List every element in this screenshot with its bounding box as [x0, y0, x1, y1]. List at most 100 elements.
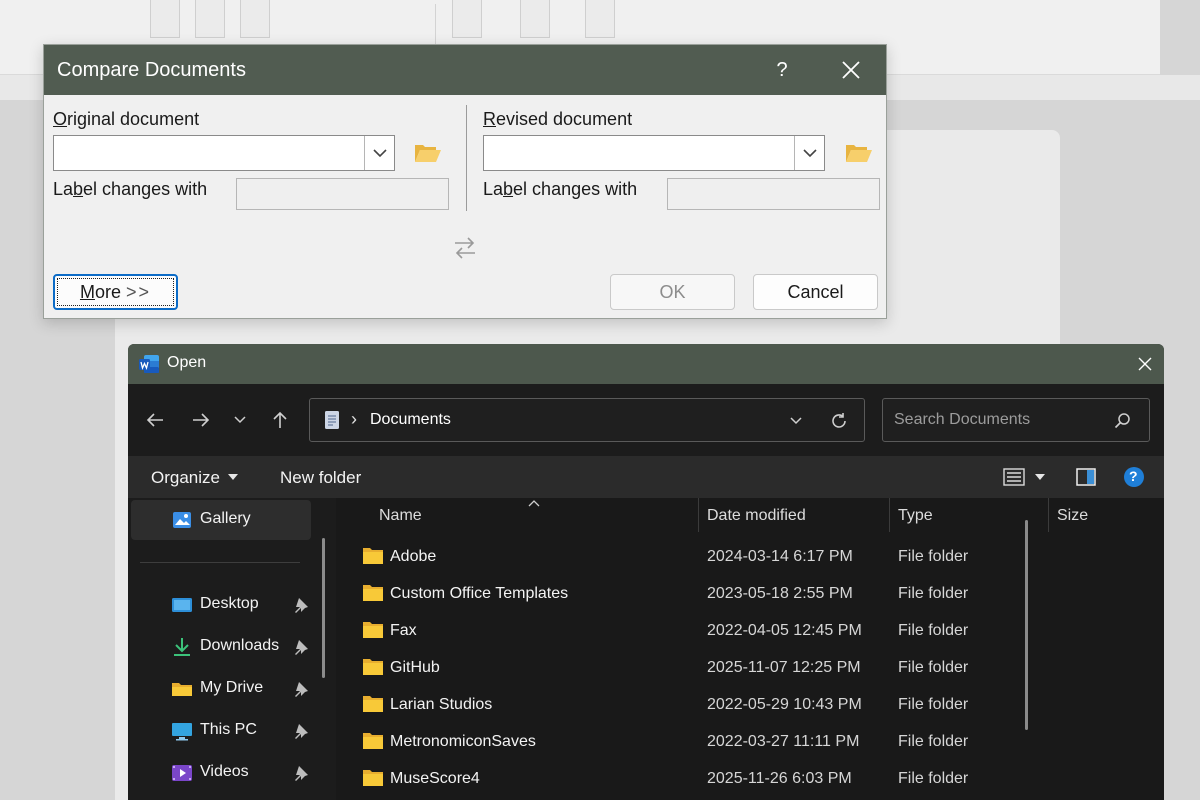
preview-pane-button[interactable] [1075, 466, 1097, 488]
original-dropdown-button[interactable] [364, 136, 394, 170]
revised-document-label: Revised document [483, 109, 633, 129]
help-icon: ? [776, 58, 788, 81]
sidebar-item-label: Gallery [200, 510, 251, 527]
download-icon [174, 638, 190, 656]
file-list-scrollbar[interactable] [1025, 520, 1028, 730]
word-app-icon [139, 355, 159, 373]
pin-icon [295, 598, 308, 613]
sidebar-item-my-drive[interactable]: My Drive [131, 669, 311, 709]
sidebar-item-videos[interactable]: Videos [131, 753, 311, 793]
label-changes-with-revised-label: Label changes with [483, 179, 638, 199]
column-divider [466, 105, 467, 211]
column-separator[interactable] [1048, 498, 1049, 532]
cancel-button[interactable]: Cancel [753, 274, 878, 310]
file-row[interactable]: MetronomiconSaves 2022-03-27 11:11 PM Fi… [336, 724, 1136, 761]
search-box[interactable]: Search Documents [882, 398, 1150, 442]
sidebar-scrollbar[interactable] [322, 538, 325, 678]
file-type: File folder [898, 770, 969, 787]
organize-button[interactable]: Organize [138, 456, 248, 498]
refresh-button[interactable] [828, 410, 850, 432]
navigation-pane: Gallery Desktop Downloads My Drive This … [128, 498, 325, 800]
file-name: MetronomiconSaves [390, 733, 536, 750]
help-button[interactable]: ? [766, 54, 798, 86]
column-header-row: Name Date modified Type Size [336, 498, 1164, 534]
close-button[interactable] [834, 53, 868, 87]
search-input[interactable]: Search Documents [894, 411, 1030, 429]
column-separator[interactable] [889, 498, 890, 532]
ribbon-button [195, 0, 225, 38]
new-folder-button[interactable]: New folder [280, 468, 361, 488]
file-row[interactable]: GitHub 2025-11-07 12:25 PM File folder [336, 650, 1136, 687]
forward-button[interactable] [188, 408, 214, 432]
file-date: 2023-05-18 2:55 PM [707, 585, 853, 602]
column-type[interactable]: Type [898, 507, 933, 525]
folder-icon [363, 659, 383, 675]
sidebar-item-label: This PC [200, 721, 257, 738]
caret-down-icon [1035, 473, 1045, 480]
file-row[interactable]: Larian Studios 2022-05-29 10:43 PM File … [336, 687, 1136, 724]
sidebar-item-desktop[interactable]: Desktop [131, 585, 311, 625]
ok-button[interactable]: OK [610, 274, 735, 310]
column-separator[interactable] [698, 498, 699, 532]
chevron-down-icon [372, 148, 387, 157]
file-row[interactable]: MuseScore4 2025-11-26 6:03 PM File folde… [336, 761, 1136, 798]
chevron-down-icon [234, 416, 246, 424]
file-type: File folder [898, 733, 969, 750]
file-type: File folder [898, 696, 969, 713]
file-date: 2022-04-05 12:45 PM [707, 622, 862, 639]
open-file-dialog: Open › Documents Search Documents Organi… [128, 344, 1164, 800]
file-type: File folder [898, 622, 969, 639]
file-row[interactable]: Custom Office Templates 2023-05-18 2:55 … [336, 576, 1136, 613]
back-button[interactable] [142, 408, 168, 432]
recent-locations-button[interactable] [230, 410, 250, 430]
help-glyph: ? [1129, 468, 1138, 484]
more-button[interactable]: More >> [53, 274, 178, 310]
organize-label: Organize [151, 468, 220, 487]
view-options-button[interactable] [1001, 466, 1027, 488]
folder-icon [363, 548, 383, 564]
help-button[interactable]: ? [1123, 466, 1145, 488]
file-row[interactable]: Adobe 2024-03-14 6:17 PM File folder [336, 539, 1136, 576]
sidebar-item-label: Desktop [200, 595, 259, 612]
folder-icon [172, 683, 192, 696]
folder-icon [363, 696, 383, 712]
compare-title-bar[interactable]: Compare Documents ? [44, 45, 886, 95]
folder-icon [363, 585, 383, 601]
up-button[interactable] [267, 408, 293, 432]
column-size[interactable]: Size [1057, 507, 1088, 525]
close-icon [842, 61, 860, 79]
file-type: File folder [898, 585, 969, 602]
view-menu-button[interactable] [1032, 470, 1048, 484]
close-button[interactable] [1133, 352, 1157, 376]
sidebar-item-downloads[interactable]: Downloads [131, 627, 311, 667]
revised-document-combo[interactable] [483, 135, 825, 171]
ribbon-button [452, 0, 482, 38]
browse-original-button[interactable] [412, 138, 444, 168]
breadcrumb-documents[interactable]: Documents [370, 411, 451, 429]
sidebar-item-this-pc[interactable]: This PC [131, 711, 311, 751]
pin-icon [295, 682, 308, 697]
label-changes-original-field[interactable] [236, 178, 449, 210]
column-date-modified[interactable]: Date modified [707, 507, 806, 525]
browse-revised-button[interactable] [843, 138, 875, 168]
open-title-bar[interactable]: Open [128, 344, 1164, 384]
swap-documents-button[interactable] [452, 235, 478, 261]
file-name: Fax [390, 622, 417, 639]
address-history-button[interactable] [786, 411, 806, 431]
folder-icon [363, 733, 383, 749]
column-name[interactable]: Name [379, 507, 422, 525]
close-icon [1138, 357, 1152, 371]
original-document-combo[interactable] [53, 135, 395, 171]
sidebar-item-gallery[interactable]: Gallery [131, 500, 311, 540]
search-icon [1114, 413, 1130, 429]
ribbon-button [585, 0, 615, 38]
file-name: Adobe [390, 548, 437, 565]
revised-dropdown-button[interactable] [794, 136, 824, 170]
command-bar: Organize New folder ? [128, 456, 1164, 498]
address-bar[interactable]: › Documents [309, 398, 865, 442]
swap-arrows-icon [455, 237, 475, 259]
pin-icon [295, 724, 308, 739]
file-date: 2022-03-27 11:11 PM [707, 733, 860, 750]
label-changes-revised-field[interactable] [667, 178, 880, 210]
file-row[interactable]: Fax 2022-04-05 12:45 PM File folder [336, 613, 1136, 650]
